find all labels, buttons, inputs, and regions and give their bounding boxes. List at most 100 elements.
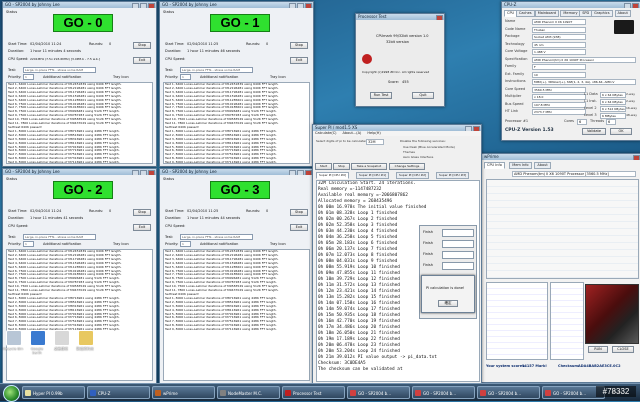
processor-test-titlebar[interactable]: Processor Test bbox=[356, 14, 444, 20]
minimize-icon[interactable] bbox=[132, 170, 139, 175]
window-title: Processor Test bbox=[358, 14, 387, 19]
go-titlebar[interactable]: GO - SP2004 by Johnny Lee bbox=[160, 2, 313, 8]
cpuz-titlebar[interactable]: CPU-Z bbox=[502, 2, 640, 8]
cpu-info-titlebar[interactable]: wPrime bbox=[482, 154, 640, 160]
taskbar-item[interactable]: Processor Test bbox=[282, 386, 345, 399]
taskbar-item[interactable]: Hyper PI 0.99b bbox=[22, 386, 85, 399]
go-titlebar[interactable]: GO - SP2004 by Johnny Lee bbox=[3, 169, 156, 175]
cpu-info-tab[interactable]: About bbox=[534, 162, 551, 169]
priority-select[interactable]: 1 bbox=[180, 74, 191, 80]
priority-select[interactable]: 1 bbox=[23, 241, 34, 247]
additional-checkbox[interactable]: Additional notification bbox=[200, 242, 238, 246]
priority-select[interactable]: 1 bbox=[23, 74, 34, 80]
maximize-icon[interactable] bbox=[140, 3, 147, 8]
exit-button[interactable]: Exit bbox=[133, 224, 151, 231]
taskbar-item[interactable]: CPU-Z bbox=[87, 386, 150, 399]
minimize-icon[interactable] bbox=[289, 170, 296, 175]
taskbar-item[interactable]: GO - SP2004 b... bbox=[347, 386, 410, 399]
stop-button[interactable]: Stop bbox=[290, 209, 308, 216]
taskbar-item[interactable]: GO - SP2004 b... bbox=[477, 386, 540, 399]
close-button[interactable]: CLOSE bbox=[612, 346, 634, 353]
super-pi-cpu-tab[interactable]: Super PI [CPU #3] bbox=[436, 172, 470, 179]
close-icon[interactable] bbox=[632, 3, 639, 8]
cpu-info-window: wPrime CPU Info Mem Info About AMD Phenom(… bbox=[481, 153, 640, 383]
cpu-info-tab[interactable]: CPU Info bbox=[484, 162, 505, 169]
menu-item[interactable]: Calculate(C) bbox=[315, 131, 337, 135]
stop-button[interactable]: Stop bbox=[133, 42, 151, 49]
menu-item[interactable]: Help(H) bbox=[367, 131, 380, 135]
go-titlebar[interactable]: GO - SP2004 by Johnny Lee bbox=[3, 2, 156, 8]
exit-button[interactable]: Exit bbox=[133, 57, 151, 64]
service-option-checkbox[interactable]: Themes bbox=[403, 150, 415, 154]
super-pi-cpu-tab[interactable]: Super PI [CPU #2] bbox=[396, 172, 430, 179]
quit-button[interactable]: Quit bbox=[412, 92, 434, 99]
test-select[interactable]: Large, in-place FFTs - stress some RAM bbox=[23, 67, 96, 73]
taskbar-item[interactable]: wPrime bbox=[152, 386, 215, 399]
start-button[interactable] bbox=[3, 385, 20, 402]
minimize-icon[interactable] bbox=[132, 3, 139, 8]
close-icon[interactable] bbox=[473, 126, 480, 131]
ziff-davis-logo-icon bbox=[362, 54, 372, 64]
test-select[interactable]: Large, in-place FFTs - stress some RAM bbox=[180, 234, 253, 240]
stop-button[interactable]: Stop bbox=[133, 209, 151, 216]
close-icon[interactable] bbox=[436, 15, 443, 20]
desktop-icon[interactable] bbox=[78, 330, 94, 346]
close-icon[interactable] bbox=[633, 155, 640, 160]
tray-checkbox[interactable]: Tray Icon bbox=[270, 75, 286, 79]
desktop-icon[interactable] bbox=[6, 330, 22, 346]
taskbar-item[interactable]: NodeMaster M.C. bbox=[217, 386, 280, 399]
taskbar-item[interactable]: GO - SP2004 b... bbox=[412, 386, 475, 399]
maximize-icon[interactable] bbox=[297, 170, 304, 175]
cpu-info-tab[interactable]: Mem Info bbox=[509, 162, 532, 169]
super-pi-action-button[interactable]: Take a Snapshot bbox=[351, 163, 387, 170]
go-titlebar[interactable]: GO - SP2004 by Johnny Lee bbox=[160, 169, 313, 175]
run-button[interactable]: RUN bbox=[588, 346, 608, 353]
desktop-icon[interactable] bbox=[54, 330, 70, 346]
processor-test-copyright: Copyright (c)1998 ZD Inc. All rights res… bbox=[362, 70, 430, 74]
super-pi-action-button[interactable]: Change Settings bbox=[389, 163, 425, 170]
cpuz-tab-caches[interactable]: Caches bbox=[515, 10, 535, 17]
selection-value[interactable]: Processor #1 bbox=[505, 119, 528, 123]
additional-checkbox[interactable]: Additional notification bbox=[200, 75, 238, 79]
service-option-checkbox[interactable]: Aero Glass Interface bbox=[403, 155, 433, 159]
close-icon[interactable] bbox=[305, 170, 312, 175]
exit-button[interactable]: Exit bbox=[290, 57, 308, 64]
exit-button[interactable]: Exit bbox=[290, 224, 308, 231]
cpuz-tab-graphics[interactable]: Graphics bbox=[591, 10, 613, 17]
tray-checkbox[interactable]: Tray Icon bbox=[113, 75, 129, 79]
super-pi-titlebar[interactable]: Super PI / mod1.5 XS bbox=[313, 125, 481, 131]
service-option-checkbox[interactable]: Use Desk (Blue Accelerated Mode) bbox=[403, 145, 455, 149]
cpuz-tab-about[interactable]: About bbox=[614, 10, 631, 17]
maximize-icon[interactable] bbox=[297, 3, 304, 8]
additional-checkbox[interactable]: Additional notification bbox=[43, 242, 81, 246]
minimize-icon[interactable] bbox=[465, 126, 472, 131]
cpuz-tab-mainboard[interactable]: Mainboard bbox=[534, 10, 560, 17]
ok-button[interactable]: OK bbox=[610, 128, 632, 135]
stop-button[interactable]: Stop bbox=[290, 42, 308, 49]
tray-checkbox[interactable]: Tray Icon bbox=[270, 242, 286, 246]
super-pi-action-button[interactable]: Stop bbox=[333, 163, 350, 170]
maximize-icon[interactable] bbox=[140, 170, 147, 175]
priority-select[interactable]: 1 bbox=[180, 241, 191, 247]
run-test-button[interactable]: Run Test bbox=[370, 92, 392, 99]
close-icon[interactable] bbox=[305, 3, 312, 8]
super-pi-action-button[interactable]: Start bbox=[315, 163, 332, 170]
additional-checkbox[interactable]: Additional notification bbox=[43, 75, 81, 79]
cpuz-field-value: 197.8 MHz bbox=[532, 101, 586, 108]
test-select[interactable]: Large, in-place FFTs - stress some RAM bbox=[23, 234, 96, 240]
super-pi-cpu-tab[interactable]: Super PI [CPU #1] bbox=[356, 172, 390, 179]
validate-button[interactable]: Validate bbox=[582, 128, 606, 135]
size-select[interactable]: 32M bbox=[366, 139, 384, 145]
close-icon[interactable] bbox=[148, 170, 155, 175]
ok-button[interactable]: 確定 bbox=[438, 300, 458, 307]
test-select[interactable]: Large, in-place FFTs - stress some RAM bbox=[180, 67, 253, 73]
super-pi-cpu-tab[interactable]: Super PI [CPU #0] bbox=[316, 172, 350, 179]
minimize-icon[interactable] bbox=[624, 3, 631, 8]
tray-checkbox[interactable]: Tray Icon bbox=[113, 242, 129, 246]
menu-item[interactable]: About...(A) bbox=[343, 131, 362, 135]
cpuz-tab-memory[interactable]: Memory bbox=[560, 10, 581, 17]
close-icon[interactable] bbox=[148, 3, 155, 8]
minimize-icon[interactable] bbox=[289, 3, 296, 8]
app-icon bbox=[25, 390, 31, 396]
desktop-icon[interactable] bbox=[30, 330, 46, 346]
